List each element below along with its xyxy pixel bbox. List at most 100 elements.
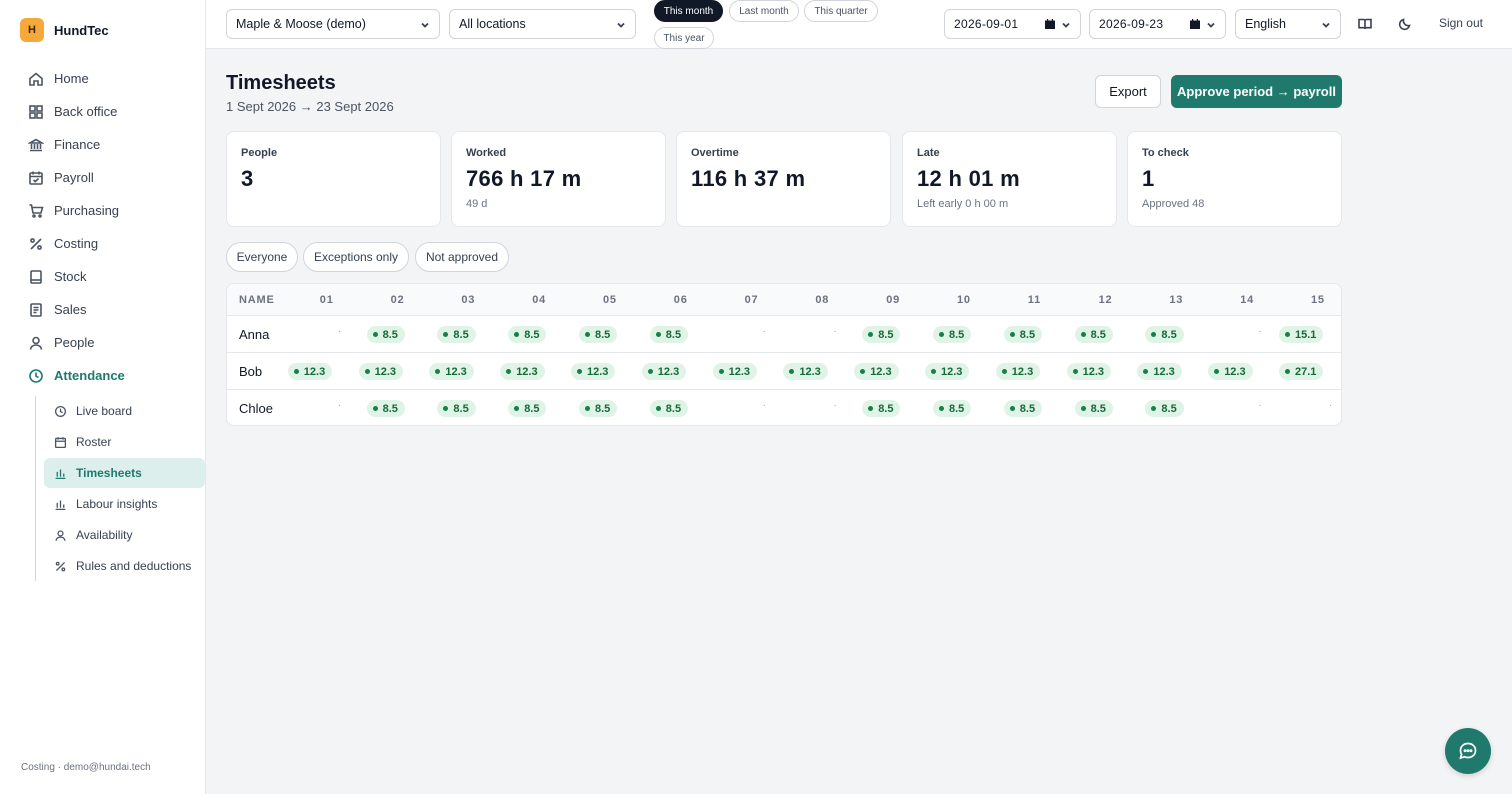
hours-chip[interactable]: 12.3 bbox=[783, 363, 828, 380]
sidebar-item-sales[interactable]: Sales bbox=[0, 293, 205, 326]
brand-logo: H bbox=[20, 18, 44, 42]
subnav-item-label: Availability bbox=[76, 528, 133, 543]
brand[interactable]: H HundTec bbox=[0, 0, 205, 60]
date-to-input[interactable]: 2026-09-23 bbox=[1089, 9, 1226, 39]
sidebar-item-label: Payroll bbox=[54, 170, 94, 185]
sidebar-item-payroll[interactable]: Payroll bbox=[0, 161, 205, 194]
hours-chip[interactable]: 8.5 bbox=[508, 326, 547, 343]
filter-not-approved[interactable]: Not approved bbox=[415, 242, 509, 272]
hours-chip[interactable]: 8.5 bbox=[1145, 326, 1184, 343]
hours-chip[interactable]: 8.5 bbox=[579, 326, 618, 343]
hours-chip[interactable]: 12.3 bbox=[358, 363, 404, 380]
filter-exceptions-only[interactable]: Exceptions only bbox=[303, 242, 409, 272]
moon-icon[interactable] bbox=[1396, 15, 1414, 33]
hours-chip[interactable]: 12.3 bbox=[1137, 363, 1182, 380]
status-dot-icon bbox=[655, 332, 661, 337]
hours-chip[interactable]: 8.5 bbox=[579, 400, 618, 417]
subnav-item-rules-and-deductions[interactable]: Rules and deductions bbox=[44, 551, 205, 581]
period-this-quarter[interactable]: This quarter bbox=[804, 0, 878, 22]
hours-chip[interactable]: 27.1 bbox=[1279, 363, 1324, 380]
sidebar-item-finance[interactable]: Finance bbox=[0, 128, 205, 161]
hours-chip[interactable]: 8.5 bbox=[1074, 400, 1113, 417]
receipt-icon bbox=[30, 302, 42, 317]
sidebar-item-back-office[interactable]: Back office bbox=[0, 95, 205, 128]
hours-chip[interactable]: 8.5 bbox=[649, 326, 689, 343]
chevron-down-icon bbox=[1062, 21, 1070, 29]
hours-chip[interactable]: 8.5 bbox=[649, 400, 689, 417]
approve-period-button[interactable]: Approve period → payroll bbox=[1171, 75, 1342, 108]
sidebar-item-label: Attendance bbox=[54, 368, 125, 383]
hours-chip[interactable]: 8.5 bbox=[437, 326, 476, 343]
sign-out-link[interactable]: Sign out bbox=[1439, 16, 1483, 30]
hours-chip[interactable]: 12.3 bbox=[854, 363, 899, 380]
stat-sub: Left early 0 h 00 m bbox=[917, 198, 1009, 210]
hours-chip[interactable]: 8.5 bbox=[933, 326, 972, 343]
stat-value: 116 h 37 m bbox=[691, 166, 806, 191]
hours-value: 8.5 bbox=[524, 402, 540, 415]
hours-value: 12.3 bbox=[657, 365, 680, 378]
status-dot-icon bbox=[1143, 369, 1149, 374]
sidebar-item-purchasing[interactable]: Purchasing bbox=[0, 194, 205, 227]
hours-chip[interactable]: 12.3 bbox=[995, 363, 1041, 380]
hours-chip[interactable]: 8.5 bbox=[1003, 400, 1043, 417]
hours-chip[interactable]: 8.5 bbox=[933, 400, 972, 417]
hours-chip[interactable]: 8.5 bbox=[1145, 400, 1184, 417]
company-select[interactable]: Maple & Moose (demo) bbox=[226, 9, 440, 39]
period-this-month[interactable]: This month bbox=[654, 0, 723, 22]
hours-chip[interactable]: 12.3 bbox=[925, 363, 970, 380]
hours-chip[interactable]: 8.5 bbox=[1003, 326, 1043, 343]
subnav-item-label: Live board bbox=[76, 404, 133, 418]
percent-icon bbox=[30, 237, 42, 250]
sidebar-item-stock[interactable]: Stock bbox=[0, 260, 205, 293]
export-button[interactable]: Export bbox=[1095, 75, 1161, 108]
table-row[interactable]: Chloe · 8.5 8.5 8.5 8.5 8.5 · · 8.5 8.5 8.5 8.5 8.5 · · bbox=[227, 390, 1341, 425]
subnav-item-roster[interactable]: Roster bbox=[44, 427, 205, 457]
table-row[interactable]: Bob 12.3 12.3 12.3 12.3 12.3 12.3 12.3 12.3 12.3 1… bbox=[227, 353, 1341, 390]
sidebar: H HundTec Home Back office Finance Payro… bbox=[0, 0, 206, 794]
hours-chip[interactable]: 12.3 bbox=[712, 363, 758, 380]
hours-chip[interactable]: 8.5 bbox=[862, 400, 901, 417]
hours-chip[interactable]: 8.5 bbox=[508, 400, 547, 417]
subnav-item-live-board[interactable]: Live board bbox=[44, 396, 205, 426]
status-dot-icon bbox=[1151, 332, 1157, 337]
subnav-item-timesheets[interactable]: Timesheets bbox=[44, 458, 205, 488]
hours-chip[interactable]: 8.5 bbox=[366, 326, 405, 343]
hours-chip[interactable]: 12.3 bbox=[500, 363, 545, 380]
hours-chip[interactable]: 12.3 bbox=[287, 363, 333, 380]
hours-chip[interactable]: 12.3 bbox=[571, 363, 616, 380]
sidebar-item-people[interactable]: People bbox=[0, 326, 205, 359]
sidebar-item-attendance[interactable]: Attendance bbox=[0, 359, 205, 392]
calendar-check-icon bbox=[29, 171, 43, 185]
table-header: NAME 01 02 03 04 05 06 07 08 09 10 11 12 13 14 15 bbox=[227, 284, 1341, 316]
stat-value: 1 bbox=[1142, 166, 1155, 191]
day-column-header: 09 bbox=[886, 294, 901, 306]
period-this-year[interactable]: This year bbox=[654, 27, 714, 49]
sidebar-item-costing[interactable]: Costing bbox=[0, 227, 205, 260]
chat-icon[interactable] bbox=[1445, 728, 1491, 774]
language-select[interactable]: English bbox=[1235, 9, 1341, 39]
hours-chip[interactable]: 15.1 bbox=[1279, 326, 1324, 343]
chevron-down-icon bbox=[1207, 21, 1215, 29]
subnav-item-availability[interactable]: Availability bbox=[44, 520, 205, 550]
chevron-down-icon bbox=[421, 21, 429, 29]
hours-chip[interactable]: 12.3 bbox=[641, 363, 687, 380]
sidebar-item-home[interactable]: Home bbox=[0, 62, 205, 95]
status-dot-icon bbox=[514, 406, 520, 411]
hours-chip[interactable]: 8.5 bbox=[1074, 326, 1113, 343]
subnav-item-labour-insights[interactable]: Labour insights bbox=[44, 489, 205, 519]
period-last-month[interactable]: Last month bbox=[729, 0, 799, 22]
table-row[interactable]: Anna · 8.5 8.5 8.5 8.5 8.5 · · 8.5 8.5 8.5 8.5 8.5 · 15… bbox=[227, 316, 1341, 353]
date-from-input[interactable]: 2026-09-01 bbox=[944, 9, 1081, 39]
filter-everyone[interactable]: Everyone bbox=[226, 242, 298, 272]
sidebar-item-label: Home bbox=[54, 71, 89, 86]
hours-chip[interactable]: 12.3 bbox=[1066, 363, 1112, 380]
hours-chip[interactable]: 8.5 bbox=[437, 400, 476, 417]
location-select[interactable]: All locations bbox=[449, 9, 636, 39]
book-icon[interactable] bbox=[1356, 15, 1374, 33]
hours-chip[interactable]: 12.3 bbox=[1208, 363, 1253, 380]
calendar-icon bbox=[1189, 18, 1201, 30]
hours-chip[interactable]: 12.3 bbox=[429, 363, 474, 380]
hours-value: 12.3 bbox=[870, 365, 892, 378]
hours-chip[interactable]: 8.5 bbox=[862, 326, 901, 343]
hours-chip[interactable]: 8.5 bbox=[366, 400, 405, 417]
